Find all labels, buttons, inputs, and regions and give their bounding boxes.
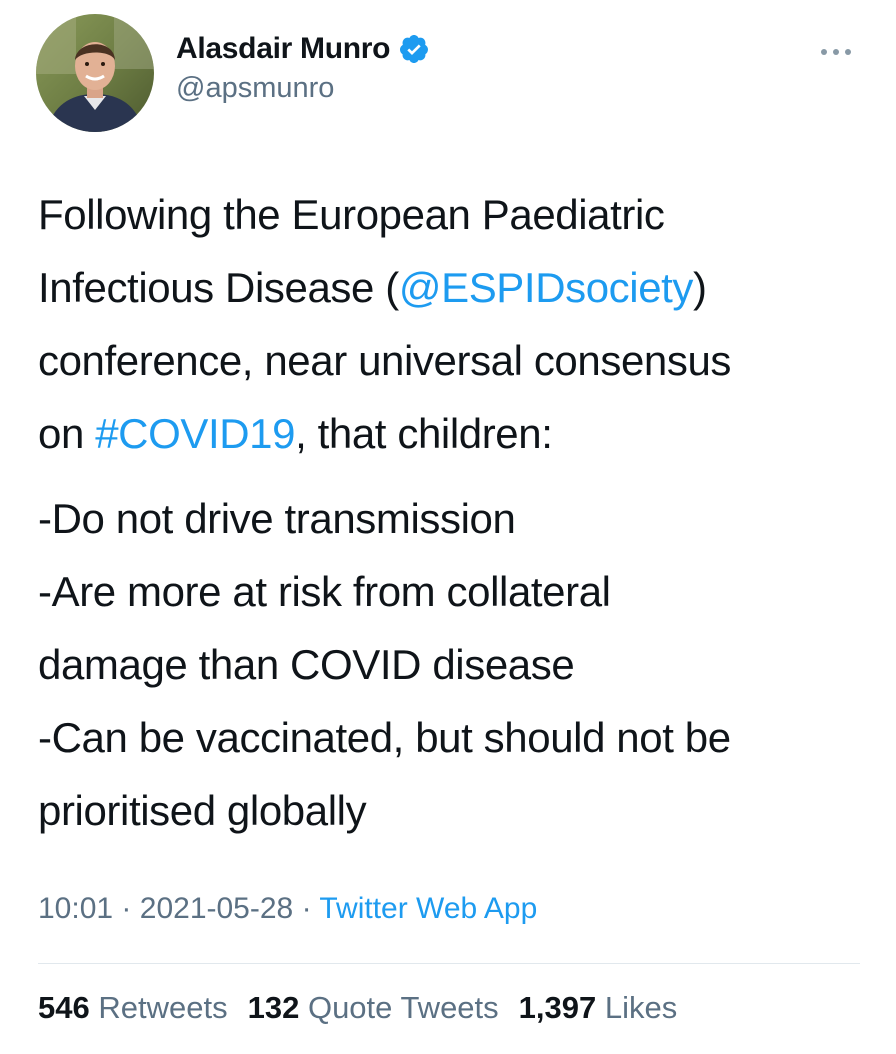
quote-tweets-stat[interactable]: 132 Quote Tweets	[248, 990, 499, 1026]
meta-separator: ·	[301, 892, 312, 925]
text-segment: on	[38, 410, 96, 457]
point-1: -Do not drive transmission	[38, 495, 516, 542]
point-3-line-1: -Can be vaccinated, but should not be	[38, 714, 731, 761]
likes-stat[interactable]: 1,397 Likes	[519, 990, 678, 1026]
tweet-time[interactable]: 10:01	[38, 892, 113, 925]
hashtag-link[interactable]: #COVID19	[95, 410, 295, 457]
tweet-stats: 546 Retweets 132 Quote Tweets 1,397 Like…	[38, 990, 677, 1026]
author-names: Alasdair Munro @apsmunro	[176, 32, 430, 105]
quote-tweets-count: 132	[247, 990, 300, 1025]
point-3-line-2: prioritised globally	[38, 787, 367, 834]
point-2-line-1: -Are more at risk from collateral	[38, 568, 611, 615]
tweet-paragraph-intro: Following the European Paediatric Infect…	[38, 178, 868, 470]
display-name[interactable]: Alasdair Munro	[176, 32, 390, 66]
tweet-text: Following the European Paediatric Infect…	[38, 178, 868, 847]
verified-badge-icon	[398, 33, 430, 65]
text-segment: Infectious Disease (	[38, 264, 399, 311]
text-segment: conference, near universal consensus	[38, 337, 732, 384]
retweets-label: Retweets	[98, 990, 228, 1025]
text-segment: , that children:	[295, 410, 553, 457]
point-2-line-2: damage than COVID disease	[38, 641, 575, 688]
tweet: Alasdair Munro @apsmunro Following the E…	[0, 0, 896, 1054]
avatar[interactable]	[36, 14, 154, 132]
retweets-count: 546	[38, 990, 90, 1025]
display-name-row: Alasdair Munro	[176, 32, 430, 66]
quote-tweets-label: Quote Tweets	[307, 990, 499, 1025]
tweet-paragraph-points: -Do not drive transmission -Are more at …	[38, 482, 868, 847]
mention-link[interactable]: @ESPIDsociety	[399, 264, 694, 311]
tweet-header: Alasdair Munro @apsmunro	[36, 14, 860, 134]
retweets-stat[interactable]: 546 Retweets	[38, 990, 228, 1026]
avatar-photo	[36, 14, 154, 132]
divider	[38, 963, 860, 964]
likes-count: 1,397	[518, 990, 597, 1025]
tweet-date[interactable]: 2021-05-28	[140, 892, 293, 925]
more-horizontal-icon[interactable]	[816, 42, 856, 62]
user-handle[interactable]: @apsmunro	[176, 72, 430, 105]
tweet-meta: 10:01 · 2021-05-28 · Twitter Web App	[38, 892, 537, 926]
text-segment: Following the European Paediatric	[38, 191, 665, 238]
tweet-source-link[interactable]: Twitter Web App	[319, 892, 537, 925]
meta-separator: ·	[121, 892, 132, 925]
likes-label: Likes	[604, 990, 678, 1025]
text-segment: )	[693, 264, 707, 311]
